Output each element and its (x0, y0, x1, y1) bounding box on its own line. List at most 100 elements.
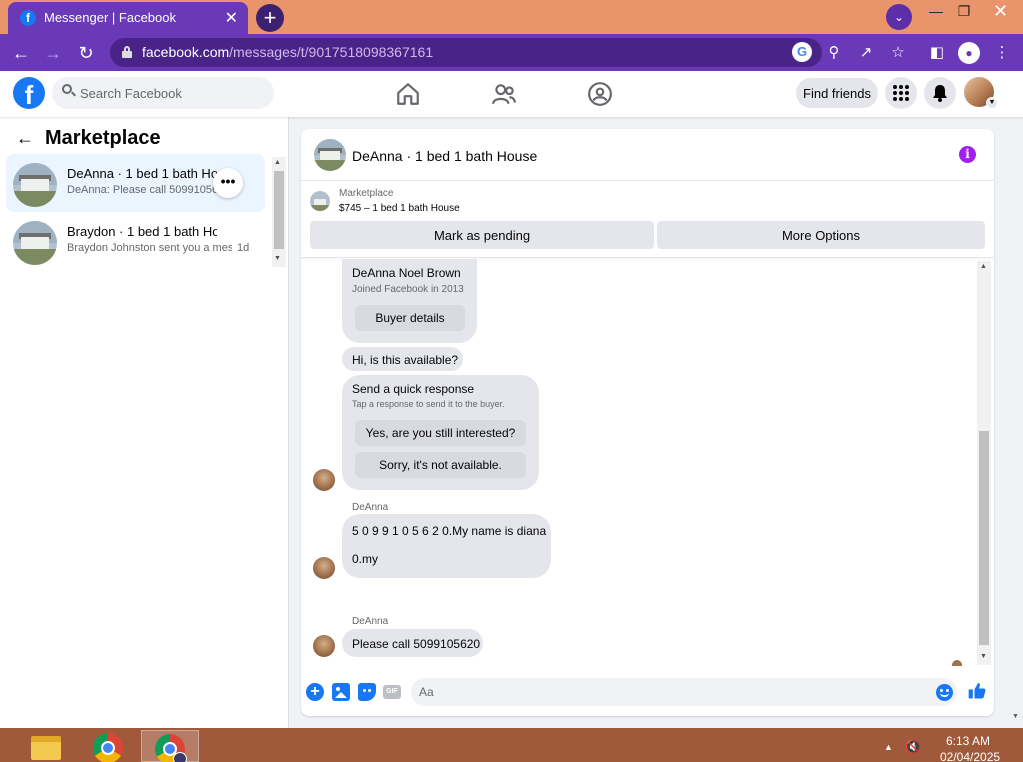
message-sender-name: DeAnna (352, 616, 389, 627)
taskbar-chrome-profile[interactable] (141, 730, 199, 762)
buyer-joined-text: Joined Facebook in 2013 (352, 284, 464, 295)
scrollbar-thumb[interactable] (979, 431, 989, 645)
window-restore-button[interactable]: ❐ (950, 0, 978, 34)
like-icon[interactable] (967, 681, 987, 701)
facebook-logo-icon[interactable]: f (13, 77, 45, 109)
chevron-down-icon: ▼ (986, 97, 998, 109)
scrollbar-thumb[interactable] (274, 171, 284, 249)
message-composer: + GIF (301, 676, 994, 716)
buyer-info-card: DeAnna Noel Brown Joined Facebook in 201… (342, 259, 477, 343)
more-options-icon[interactable]: ••• (213, 168, 243, 198)
friends-icon[interactable] (491, 81, 517, 107)
taskbar-file-explorer[interactable] (17, 730, 75, 762)
message-input[interactable] (411, 678, 957, 706)
tab-title: Messenger | Facebook (44, 10, 176, 25)
messages-scrollbar[interactable]: ▲ ▼ (977, 261, 991, 665)
quick-response-yes-button[interactable]: Yes, are you still interested? (355, 420, 526, 446)
marketplace-item-title[interactable]: $745 – 1 bed 1 bath House (339, 203, 460, 214)
buyer-name: DeAnna Noel Brown (352, 266, 461, 280)
conversation-time: 1d (237, 242, 250, 254)
windows-taskbar: ▲ 🔇 6:13 AM 02/04/2025 (0, 728, 1023, 762)
chrome-profile-icon[interactable]: ● (958, 42, 980, 64)
sender-avatar[interactable] (313, 557, 335, 579)
new-tab-button[interactable]: + (256, 4, 284, 32)
conversation-list-pane: ← Marketplace DeAnna · 1 bed 1 bath Hous… (0, 117, 289, 728)
lock-icon[interactable] (122, 46, 132, 58)
tab-close-icon[interactable]: ✕ (225, 8, 238, 28)
menu-grid-button[interactable] (885, 77, 917, 109)
sender-avatar[interactable] (313, 469, 335, 491)
plus-icon[interactable]: + (306, 683, 324, 701)
account-avatar[interactable]: ▼ (964, 77, 998, 109)
sticker-icon[interactable] (358, 683, 376, 701)
reload-icon[interactable]: ↻ (73, 40, 99, 66)
url-text[interactable]: facebook.com/messages/t/9017518098367161 (142, 44, 433, 60)
listing-thumbnail (13, 163, 57, 207)
quick-response-card: Send a quick response Tap a response to … (342, 375, 539, 490)
scroll-down-arrow-icon[interactable]: ▼ (980, 653, 987, 660)
conversation-item-braydon[interactable]: Braydon · 1 bed 1 bath House Braydon Joh… (6, 212, 265, 270)
back-arrow-icon[interactable]: ← (16, 128, 34, 149)
share-icon[interactable]: ↗ (853, 40, 879, 66)
scroll-down-arrow-icon[interactable]: ▼ (274, 255, 281, 262)
quick-response-sorry-button[interactable]: Sorry, it's not available. (355, 452, 526, 478)
mark-as-pending-button[interactable]: Mark as pending (310, 221, 654, 249)
divider (301, 180, 994, 181)
window-close-button[interactable]: ✕ (978, 0, 1023, 34)
back-arrow-icon[interactable]: ← (8, 40, 34, 66)
message-bubble: Hi, is this available? (342, 347, 463, 371)
clock-date[interactable]: 02/04/2025 (940, 750, 1000, 762)
tab-search-chevron-icon[interactable]: ⌄ (886, 4, 912, 30)
photo-icon[interactable] (332, 683, 350, 701)
window-minimize-button[interactable]: — (922, 0, 950, 34)
pane-title: Marketplace (45, 127, 161, 149)
address-bar[interactable]: facebook.com/messages/t/9017518098367161… (110, 38, 822, 67)
message-sender-name: DeAnna (352, 502, 389, 513)
taskbar-chrome[interactable] (80, 730, 138, 762)
find-friends-button[interactable]: Find friends (796, 78, 878, 108)
browser-tab-strip: f Messenger | Facebook ✕ + ⌄ — ❐ ✕ (0, 0, 1023, 34)
conversation-preview: DeAnna: Please call 5099105620 (67, 184, 217, 196)
conversation-preview: Braydon Johnston sent you a mes... (67, 242, 232, 254)
side-panel-icon[interactable]: ◧ (924, 40, 950, 66)
chrome-menu-icon[interactable]: ⋮ (989, 40, 1015, 66)
scroll-up-arrow-icon[interactable]: ▲ (980, 263, 987, 270)
quick-response-subtitle: Tap a response to send it to the buyer. (352, 399, 505, 409)
clock-time[interactable]: 6:13 AM (946, 734, 990, 748)
info-icon[interactable]: i (959, 146, 976, 163)
facebook-header: f Find friends ▼ (0, 71, 1023, 117)
menu-grid-icon (893, 85, 909, 101)
conversation-item-deanna[interactable]: DeAnna · 1 bed 1 bath House DeAnna: Plea… (6, 154, 265, 212)
seen-indicator-avatar (952, 660, 962, 666)
home-icon[interactable] (395, 81, 421, 107)
emoji-icon[interactable] (936, 684, 953, 701)
browser-tab-messenger[interactable]: f Messenger | Facebook ✕ (8, 2, 248, 34)
conversation-list-scrollbar[interactable]: ▲ ▼ (272, 157, 286, 267)
conversation-name: DeAnna · 1 bed 1 bath House (67, 166, 217, 181)
buyer-details-button[interactable]: Buyer details (355, 305, 465, 331)
page-scroll-down-arrow-icon[interactable]: ▼ (1012, 713, 1019, 720)
divider (301, 257, 994, 258)
notifications-button[interactable] (924, 77, 956, 109)
scroll-up-arrow-icon[interactable]: ▲ (274, 159, 281, 166)
tray-overflow-chevron-icon[interactable]: ▲ (884, 742, 893, 752)
chat-title[interactable]: DeAnna · 1 bed 1 bath House (352, 148, 537, 164)
facebook-search-input[interactable] (52, 77, 274, 109)
message-text: 0.my (352, 552, 379, 566)
bookmark-star-icon[interactable]: ☆ (885, 40, 911, 66)
bell-icon (933, 85, 947, 102)
chat-listing-thumbnail[interactable] (314, 139, 346, 171)
message-text: Please call 5099105620 (352, 637, 481, 651)
message-text: 5 0 9 9 1 0 5 6 2 0.My name is diana (352, 524, 547, 538)
groups-icon[interactable] (587, 81, 613, 107)
gif-icon[interactable]: GIF (383, 685, 401, 699)
zoom-icon[interactable]: ⚲ (821, 40, 847, 66)
more-options-button[interactable]: More Options (657, 221, 985, 249)
conversation-name: Braydon · 1 bed 1 bath House (67, 224, 217, 239)
sender-avatar[interactable] (313, 635, 335, 657)
google-icon[interactable]: G (792, 42, 812, 62)
volume-muted-icon[interactable]: 🔇 (905, 739, 921, 755)
marketplace-item-thumbnail (310, 191, 330, 211)
listing-thumbnail (13, 221, 57, 265)
forward-arrow-icon[interactable]: → (40, 40, 66, 66)
